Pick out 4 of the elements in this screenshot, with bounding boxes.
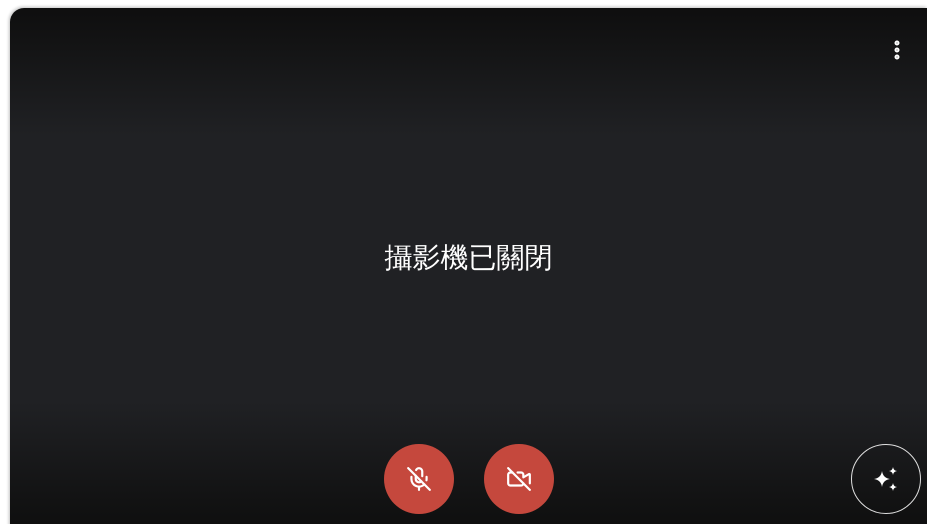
status-message: 攝影機已關閉 [384, 240, 552, 276]
camera-off-icon [506, 466, 532, 492]
microphone-off-icon [406, 466, 432, 492]
sparkle-button[interactable] [851, 444, 921, 514]
